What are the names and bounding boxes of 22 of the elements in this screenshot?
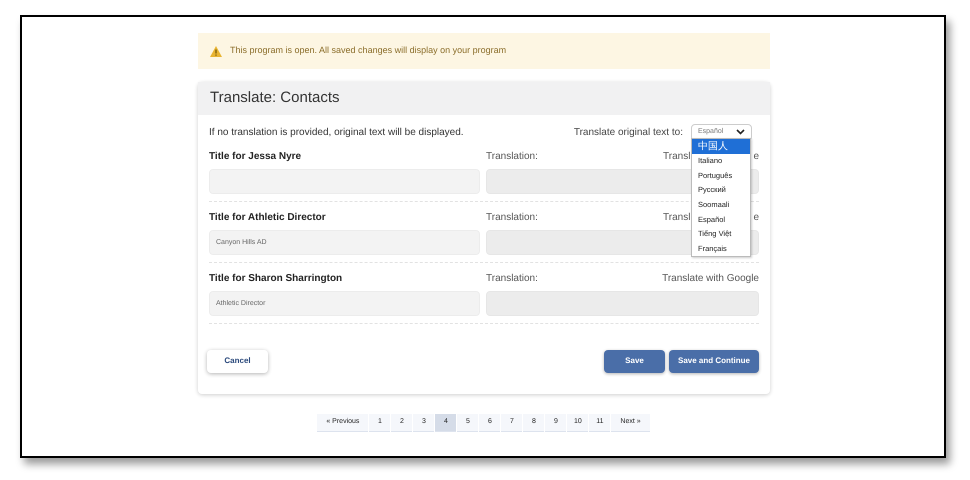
translate-with-google-link[interactable]: e xyxy=(753,148,759,164)
field-title: Title for Athletic Director xyxy=(209,210,327,224)
cancel-button[interactable]: Cancel xyxy=(207,350,268,372)
field-title: Title for Sharon Sharrington xyxy=(209,272,344,286)
translation-label: Translation: xyxy=(486,210,538,224)
warning-icon xyxy=(210,46,222,56)
translation-field[interactable] xyxy=(486,291,759,316)
translation-label: Translation: xyxy=(486,150,538,164)
translation-label: Translation: xyxy=(486,272,538,286)
save-button[interactable]: Save xyxy=(604,350,665,372)
save-and-continue-button[interactable]: Save and Continue xyxy=(669,350,759,372)
field-title: Title for Jessa Nyre xyxy=(209,150,302,164)
translate-with-google-link[interactable]: Transl xyxy=(663,148,690,164)
translate-with-google-link[interactable]: Translate with Google xyxy=(662,270,759,286)
info-text: If no translation is provided, original text will be displayed. xyxy=(209,126,464,140)
translate-with-google-link[interactable]: e xyxy=(753,210,759,224)
chevron-down-icon xyxy=(736,129,745,135)
language-label: Translate original text to: xyxy=(574,126,683,140)
language-option[interactable]: 中国人 xyxy=(692,139,750,154)
card-title: Translate: Contacts xyxy=(210,88,340,108)
notice-text: This program is open. All saved changes will display on your program xyxy=(230,44,506,58)
translate-with-google-link[interactable]: Transl xyxy=(663,210,690,224)
